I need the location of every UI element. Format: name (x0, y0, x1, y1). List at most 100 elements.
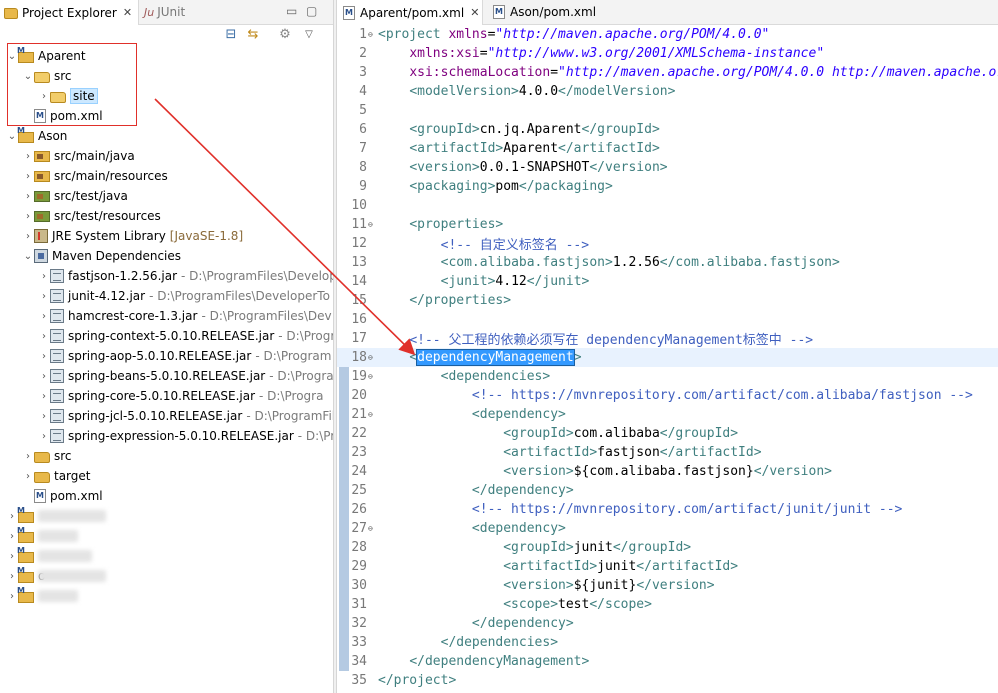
filter-icon[interactable]: ⚙ (278, 28, 292, 42)
fold-toggle-icon[interactable]: ⊖ (368, 220, 376, 229)
collapse-arrow-icon[interactable]: › (38, 411, 50, 422)
code-line[interactable]: 17 <!-- 父工程的依赖必须写在 dependencyManagement标… (337, 329, 998, 348)
expand-arrow-icon[interactable]: ⌄ (22, 251, 34, 262)
collapse-arrow-icon[interactable]: › (22, 151, 34, 162)
tab-ason-pom[interactable]: M Ason/pom.xml (489, 0, 596, 24)
line-number: 5 (359, 103, 367, 118)
tree-item[interactable]: › hamcrest-core-1.3.jar - D:\ProgramFiles\… (0, 306, 332, 326)
code-line[interactable]: 27 ⊖ <dependency> (337, 519, 998, 538)
tree-item[interactable]: › (0, 586, 78, 606)
code-line[interactable]: 12 <!-- 自定义标签名 --> (337, 234, 998, 253)
tree-item[interactable]: › src/test/resources (0, 206, 161, 226)
tab-aparent-pom[interactable]: M Aparent/pom.xml ✕ (337, 0, 483, 25)
tree-item-label: src/test/resources (54, 209, 161, 223)
code-line[interactable]: 22 <groupId>com.alibaba</groupId> (337, 424, 998, 443)
code-line[interactable]: 3 xsi:schemaLocation="http://maven.apach… (337, 63, 998, 82)
code-line[interactable]: 2 xmlns:xsi="http://www.w3.org/2001/XMLS… (337, 44, 998, 63)
maximize-icon[interactable]: ▢ (306, 4, 317, 18)
code-line[interactable]: 6 <groupId>cn.jq.Aparent</groupId> (337, 120, 998, 139)
tree-item[interactable]: ›o (0, 566, 106, 586)
code-line[interactable]: 1 ⊖ <project xmlns="http://maven.apache.or… (337, 25, 998, 44)
tree-item[interactable]: › spring-core-5.0.10.RELEASE.jar - D:\Prog… (0, 386, 323, 406)
collapse-arrow-icon[interactable]: › (38, 271, 50, 282)
fold-toggle-icon[interactable]: ⊖ (368, 410, 376, 419)
tree-item[interactable]: › JRE System Library [JavaSE-1.8] (0, 226, 243, 246)
code-line[interactable]: 26 <!-- https://mvnrepository.com/artifa… (337, 500, 998, 519)
code-line[interactable]: 23 <artifactId>fastjson</artifactId> (337, 443, 998, 462)
code-line[interactable]: 16 (337, 310, 998, 329)
tree-item[interactable]: › spring-context-5.0.10.RELEASE.jar - D:\P… (0, 326, 333, 346)
view-menu-icon[interactable]: ▽ (302, 28, 316, 42)
collapse-arrow-icon[interactable]: › (38, 391, 50, 402)
code-area[interactable]: 1 ⊖ <project xmlns="http://maven.apache.or… (337, 25, 998, 693)
code-line[interactable]: 13 <com.alibaba.fastjson>1.2.56</com.ali… (337, 253, 998, 272)
tree-item[interactable]: › fastjson-1.2.56.jar - D:\ProgramFiles\De… (0, 266, 333, 286)
tree-item[interactable]: › junit-4.12.jar - D:\ProgramFiles\Develop… (0, 286, 330, 306)
tab-project-explorer[interactable]: Project Explorer ✕ (0, 0, 140, 25)
code-line[interactable]: 8 <version>0.0.1-SNAPSHOT</version> (337, 158, 998, 177)
tree-item-label: spring-core-5.0.10.RELEASE.jar (68, 389, 256, 403)
code-line[interactable]: 18 ⊖ <dependencyManagement> (337, 348, 998, 367)
close-icon[interactable]: ✕ (123, 6, 132, 19)
code-line[interactable]: 28 <groupId>junit</groupId> (337, 538, 998, 557)
collapse-arrow-icon[interactable]: › (22, 231, 34, 242)
collapse-arrow-icon[interactable]: › (22, 171, 34, 182)
code-line[interactable]: 21 ⊖ <dependency> (337, 405, 998, 424)
tab-junit[interactable]: Ju JUnit (144, 0, 185, 24)
code-line[interactable]: 11 ⊖ <properties> (337, 215, 998, 234)
code-line[interactable]: 35 </project> (337, 671, 998, 690)
code-line[interactable]: 32 </dependency> (337, 614, 998, 633)
code-line[interactable]: 7 <artifactId>Aparent</artifactId> (337, 139, 998, 158)
minimize-icon[interactable]: ▭ (286, 4, 297, 18)
tree-item[interactable]: › (0, 506, 106, 526)
tree-item[interactable]: ⌄Ason (0, 126, 67, 146)
code-line[interactable]: 34 </dependencyManagement> (337, 652, 998, 671)
tree-item[interactable]: › src/test/java (0, 186, 128, 206)
code-line[interactable]: 24 <version>${com.alibaba.fastjson}</ver… (337, 462, 998, 481)
tree-item[interactable]: › spring-expression-5.0.10.RELEASE.jar - D… (0, 426, 333, 446)
collapse-arrow-icon[interactable]: › (22, 191, 34, 202)
collapse-arrow-icon[interactable]: › (38, 291, 50, 302)
collapse-arrow-icon[interactable]: › (22, 211, 34, 222)
code-line[interactable]: 5 (337, 101, 998, 120)
code-line[interactable]: 15 </properties> (337, 291, 998, 310)
tree-item[interactable]: › target (0, 466, 91, 486)
tree-item[interactable]: › spring-aop-5.0.10.RELEASE.jar - D:\Progr… (0, 346, 331, 366)
code-line[interactable]: 4 <modelVersion>4.0.0</modelVersion> (337, 82, 998, 101)
fold-toggle-icon[interactable]: ⊖ (368, 353, 376, 362)
fold-toggle-icon[interactable]: ⊖ (368, 524, 376, 533)
collapse-arrow-icon[interactable]: › (38, 371, 50, 382)
collapse-all-icon[interactable]: ⊟ (224, 28, 238, 42)
code-line[interactable]: 20 <!-- https://mvnrepository.com/artifa… (337, 386, 998, 405)
collapse-arrow-icon[interactable]: › (22, 451, 34, 462)
code-line[interactable]: 10 (337, 196, 998, 215)
tree-item[interactable]: › (0, 546, 92, 566)
line-number: 19 (351, 369, 367, 384)
tree-item[interactable]: › spring-beans-5.0.10.RELEASE.jar - D:\Pro… (0, 366, 333, 386)
collapse-arrow-icon[interactable]: › (38, 431, 50, 442)
code-line[interactable]: 30 <version>${junit}</version> (337, 576, 998, 595)
collapse-arrow-icon[interactable]: › (38, 351, 50, 362)
link-with-editor-icon[interactable]: ⇆ (246, 28, 260, 42)
tree-item[interactable]: › src/main/java (0, 146, 135, 166)
fold-toggle-icon[interactable]: ⊖ (368, 30, 376, 39)
collapse-arrow-icon[interactable]: › (38, 311, 50, 322)
code-line[interactable]: 19 ⊖ <dependencies> (337, 367, 998, 386)
close-icon[interactable]: ✕ (470, 6, 479, 19)
tree-item[interactable]: › spring-jcl-5.0.10.RELEASE.jar - D:\Progr… (0, 406, 333, 426)
tree-item[interactable]: › src (0, 446, 72, 466)
collapse-arrow-icon[interactable]: › (22, 471, 34, 482)
tree-item[interactable]: ⌄ Maven Dependencies (0, 246, 181, 266)
code-line[interactable]: 33 </dependencies> (337, 633, 998, 652)
tree-item[interactable]: › src/main/resources (0, 166, 168, 186)
code-line[interactable]: 9 <packaging>pom</packaging> (337, 177, 998, 196)
code-line[interactable]: 14 <junit>4.12</junit> (337, 272, 998, 291)
tree-item[interactable]: › (0, 526, 78, 546)
tree-item[interactable]: Mpom.xml (0, 486, 103, 506)
code-line[interactable]: 31 <scope>test</scope> (337, 595, 998, 614)
collapse-arrow-icon[interactable]: › (38, 331, 50, 342)
code-line[interactable]: 25 </dependency> (337, 481, 998, 500)
fold-toggle-icon[interactable]: ⊖ (368, 372, 376, 381)
code-line[interactable]: 29 <artifactId>junit</artifactId> (337, 557, 998, 576)
